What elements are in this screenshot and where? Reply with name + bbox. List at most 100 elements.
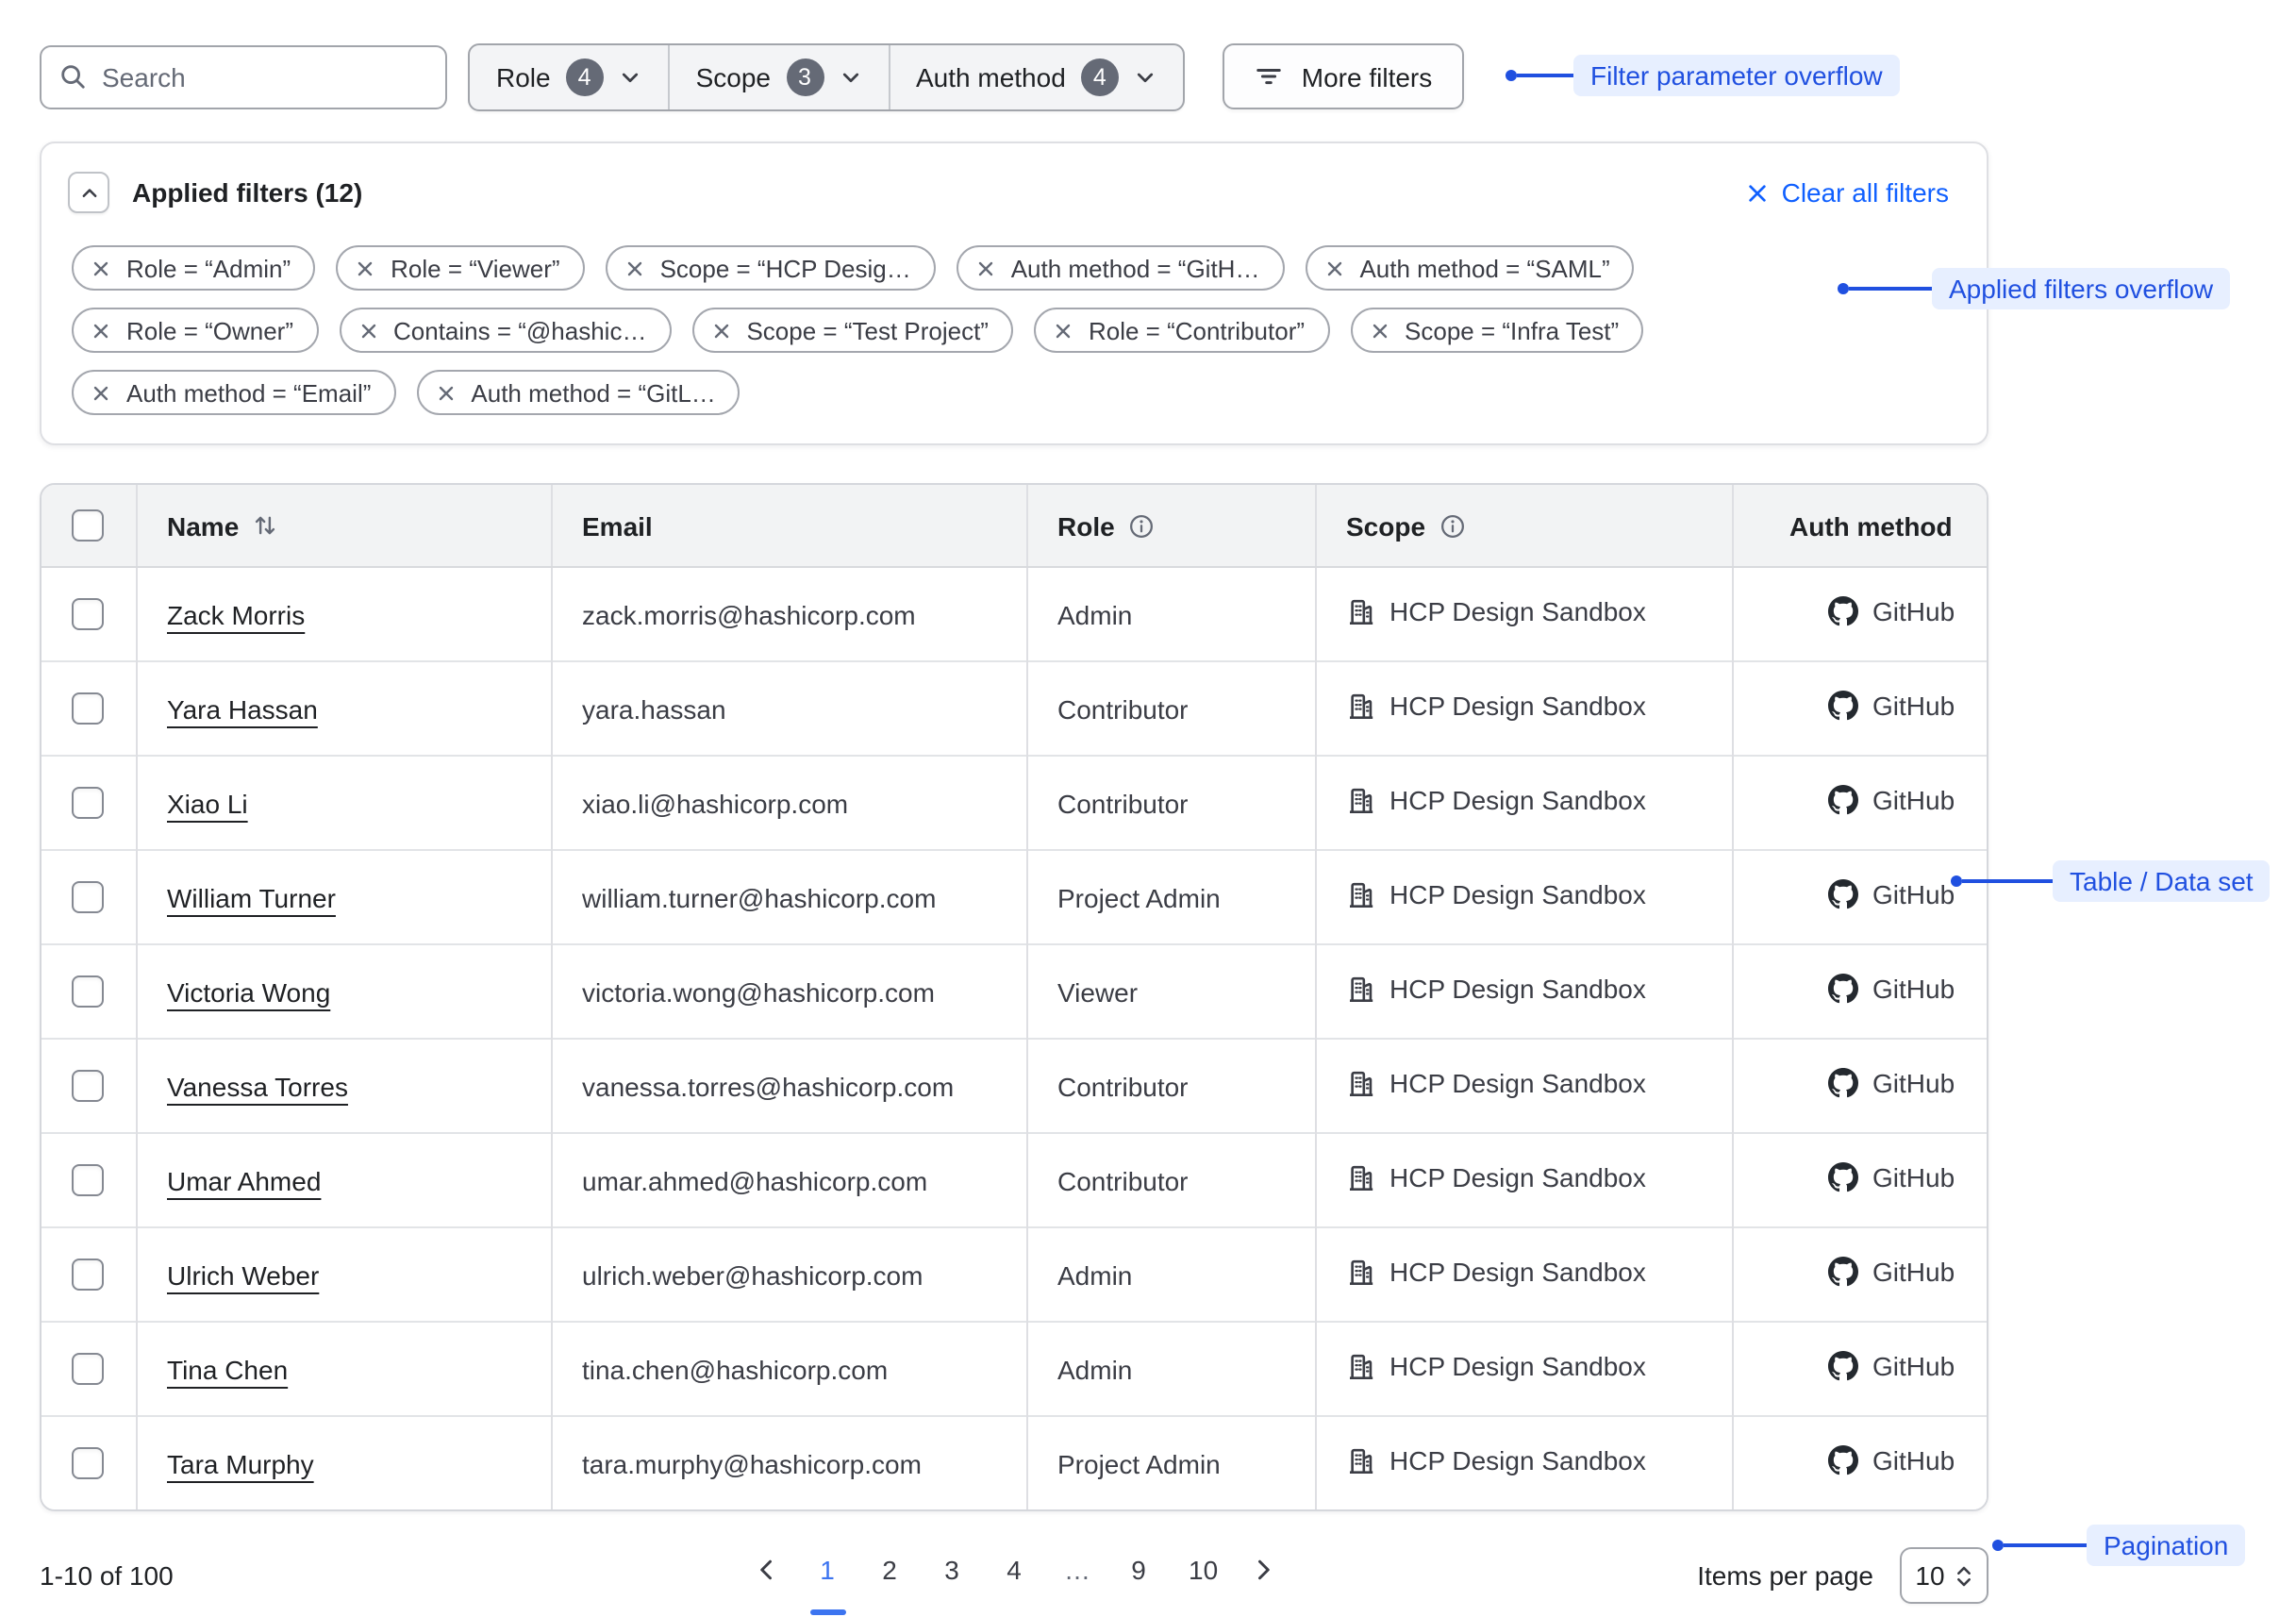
user-name-link[interactable]: Vanessa Torres	[167, 1071, 348, 1101]
row-checkbox[interactable]	[73, 788, 105, 820]
applied-filter-pill[interactable]: Role = “Contributor”	[1034, 308, 1329, 353]
applied-filter-pill[interactable]: Scope = “HCP Desig…	[606, 245, 936, 291]
user-role: Admin	[1057, 599, 1132, 629]
row-checkbox[interactable]	[73, 1165, 105, 1197]
applied-filter-pill[interactable]: Scope = “Test Project”	[691, 308, 1013, 353]
user-name-link[interactable]: Xiao Li	[167, 788, 248, 818]
filter-dropdown-label: Auth method	[916, 61, 1066, 92]
row-checkbox[interactable]	[73, 976, 105, 1009]
info-icon[interactable]	[1439, 512, 1465, 539]
row-checkbox[interactable]	[73, 1259, 105, 1292]
user-role: Contributor	[1057, 1071, 1189, 1101]
annotation-label: Pagination	[2087, 1525, 2245, 1566]
table-row: Umar Ahmed umar.ahmed@hashicorp.com Cont…	[42, 1133, 1987, 1227]
clear-all-filters-button[interactable]: Clear all filters	[1748, 177, 1949, 208]
applied-filter-pill[interactable]: Auth method = “GitH…	[957, 245, 1285, 291]
row-checkbox[interactable]	[73, 693, 105, 725]
table-body: Zack Morris zack.morris@hashicorp.com Ad…	[42, 567, 1987, 1509]
applied-filter-pill[interactable]: Auth method = “GitL…	[416, 370, 740, 415]
user-name-link[interactable]: Tara Murphy	[167, 1448, 314, 1478]
page-ellipsis: …	[1053, 1545, 1100, 1594]
remove-filter-icon	[92, 259, 109, 276]
next-page-button[interactable]	[1241, 1549, 1283, 1591]
filter-count-badge: 3	[786, 58, 824, 95]
column-header-scope: Scope	[1346, 510, 1425, 541]
filter-dropdown-button[interactable]: Role 4	[470, 44, 668, 108]
previous-page-button[interactable]	[745, 1549, 787, 1591]
row-checkbox[interactable]	[73, 1071, 105, 1103]
table-row: Yara Hassan yara.hassan Contributor HCP …	[42, 661, 1987, 756]
applied-filter-pill[interactable]: Role = “Owner”	[72, 308, 318, 353]
user-email: vanessa.torres@hashicorp.com	[582, 1071, 954, 1101]
remove-filter-icon	[357, 259, 374, 276]
user-name-link[interactable]: Zack Morris	[167, 599, 305, 629]
user-auth-method: GitHub	[1872, 1068, 1955, 1098]
user-name-link[interactable]: Ulrich Weber	[167, 1259, 319, 1290]
row-checkbox[interactable]	[73, 599, 105, 631]
org-scope-icon	[1346, 881, 1374, 909]
user-scope: HCP Design Sandbox	[1389, 880, 1646, 910]
applied-filter-label: Auth method = “GitL…	[471, 378, 715, 407]
page-button[interactable]: 1	[804, 1545, 851, 1594]
applied-filter-pill[interactable]: Role = “Admin”	[72, 245, 315, 291]
page-button[interactable]: 9	[1115, 1545, 1162, 1594]
items-per-page-select[interactable]: 10	[1900, 1547, 1988, 1604]
row-checkbox[interactable]	[73, 1354, 105, 1386]
page-number: 3	[944, 1555, 959, 1585]
user-name-link[interactable]: Yara Hassan	[167, 693, 318, 724]
search-input[interactable]	[40, 44, 447, 108]
select-all-checkbox[interactable]	[73, 510, 105, 542]
clear-all-filters-label: Clear all filters	[1782, 177, 1949, 208]
row-checkbox[interactable]	[73, 882, 105, 914]
filter-lines-icon	[1255, 62, 1283, 91]
user-scope: HCP Design Sandbox	[1389, 1352, 1646, 1382]
user-name-link[interactable]: Victoria Wong	[167, 976, 330, 1007]
pill-row: Role = “Admin” Role = “Viewer” Scope = “…	[72, 245, 1949, 291]
more-filters-button[interactable]: More filters	[1223, 43, 1464, 109]
github-icon	[1827, 596, 1857, 626]
remove-filter-icon	[1371, 322, 1388, 339]
page-button[interactable]: 4	[990, 1545, 1038, 1594]
applied-filter-label: Auth method = “SAML”	[1359, 254, 1609, 282]
page-button[interactable]: 3	[928, 1545, 975, 1594]
user-email: tara.murphy@hashicorp.com	[582, 1448, 922, 1478]
filter-dropdown-group: Role 4 Scope 3 Auth method 4	[468, 42, 1185, 110]
user-auth-method: GitHub	[1872, 1445, 1955, 1475]
remove-filter-icon	[1325, 259, 1342, 276]
org-scope-icon	[1346, 692, 1374, 721]
applied-filter-pill[interactable]: Contains = “@hashic…	[339, 308, 671, 353]
chevron-left-icon	[753, 1557, 779, 1583]
user-scope: HCP Design Sandbox	[1389, 1446, 1646, 1476]
user-name-link[interactable]: Tina Chen	[167, 1354, 288, 1384]
sort-icon[interactable]	[252, 513, 276, 538]
org-scope-icon	[1346, 1070, 1374, 1098]
page-number: 10	[1189, 1555, 1218, 1585]
page-button[interactable]: 2	[866, 1545, 913, 1594]
user-name-link[interactable]: Umar Ahmed	[167, 1165, 321, 1195]
collapse-applied-filters-button[interactable]	[68, 172, 109, 213]
github-icon	[1827, 974, 1857, 1004]
search-input-wrapper	[40, 44, 447, 108]
filter-dropdown-button[interactable]: Scope 3	[668, 44, 888, 108]
column-header-auth: Auth method	[1789, 510, 1953, 541]
user-email: william.turner@hashicorp.com	[582, 882, 936, 912]
items-per-page-label: Items per page	[1697, 1560, 1873, 1591]
applied-filter-pill[interactable]: Scope = “Infra Test”	[1350, 308, 1643, 353]
user-auth-method: GitHub	[1872, 785, 1955, 815]
info-icon[interactable]	[1128, 512, 1155, 539]
users-table: Name Email Role	[40, 483, 1988, 1511]
remove-filter-icon	[437, 384, 454, 401]
user-role: Admin	[1057, 1259, 1132, 1290]
filter-dropdown-button[interactable]: Auth method 4	[888, 44, 1183, 108]
user-name-link[interactable]: William Turner	[167, 882, 336, 912]
applied-filter-pill[interactable]: Role = “Viewer”	[336, 245, 584, 291]
applied-filter-pill[interactable]: Auth method = “SAML”	[1305, 245, 1634, 291]
user-auth-method: GitHub	[1872, 691, 1955, 721]
applied-filter-label: Role = “Admin”	[126, 254, 291, 282]
row-checkbox[interactable]	[73, 1448, 105, 1480]
user-auth-method: GitHub	[1872, 1351, 1955, 1381]
page-button[interactable]: 10	[1177, 1545, 1224, 1594]
applied-filter-pill[interactable]: Auth method = “Email”	[72, 370, 395, 415]
close-icon	[1748, 182, 1769, 203]
user-auth-method: GitHub	[1872, 1162, 1955, 1192]
